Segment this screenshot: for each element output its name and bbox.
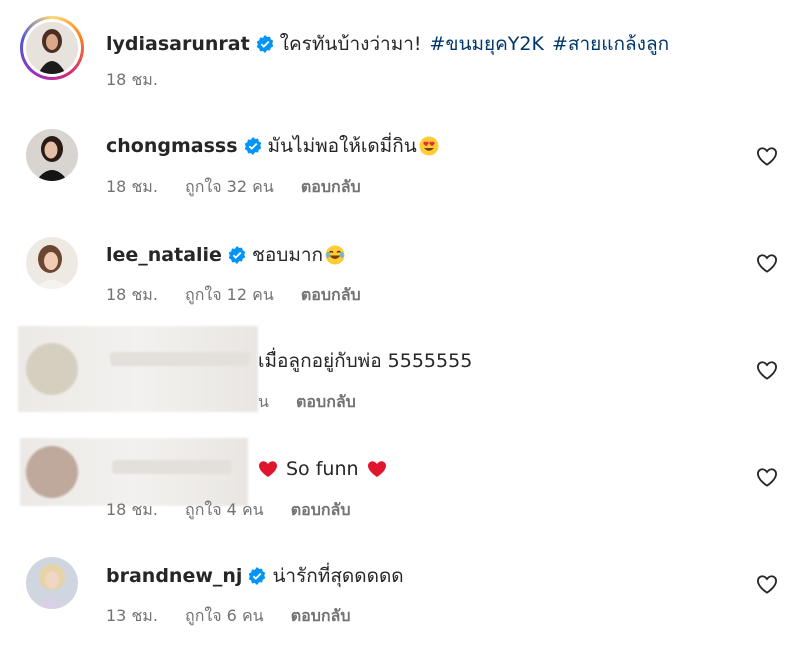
heart-icon[interactable] [756,253,778,273]
comment-likes[interactable]: ถูกใจ 12 คน [185,285,274,304]
comment-username[interactable]: brandnew_nj [106,563,242,589]
red-heart-emoji-icon [367,461,386,477]
comment-username[interactable]: lee_natalie [106,242,222,268]
blurred-user-overlay [20,438,248,506]
avatar[interactable] [26,129,78,181]
comment-time: 18 ชม. [106,285,158,304]
heart-icon[interactable] [756,574,778,594]
verified-badge-icon [256,35,273,53]
avatar [26,446,78,498]
avatar[interactable] [26,557,78,609]
comment-time: 13 ชม. [106,606,158,625]
heart-icon[interactable] [756,360,778,380]
verified-badge-icon [228,246,246,264]
caption-time: 18 ชม. [106,70,158,89]
avatar [26,343,78,395]
reply-button[interactable]: ตอบกลับ [296,392,356,411]
comment-text: น่ารักที่สุดดดดด [272,565,404,587]
comment-likes[interactable]: ถูกใจ 6 คน [185,606,264,625]
caption-text: ใครทันบ้างว่ามา! [279,33,422,55]
comment-text: มันไม่พอให้เดมี่กิน [267,135,417,157]
comment-text: เมื่อลูกอยู่กับพ่อ 5555555 [258,350,473,372]
reply-button[interactable]: ตอบกลับ [291,500,351,519]
verified-badge-icon [244,137,261,155]
reply-button[interactable]: ตอบกลับ [301,177,361,196]
comment-text: ชอบมาก [251,244,324,266]
heart-eyes-emoji-icon [419,136,439,156]
comment-likes[interactable]: ถูกใจ 4 คน [185,500,264,519]
caption-username[interactable]: lydiasarunrat [106,31,250,57]
verified-badge-icon [249,567,266,585]
comment-time: 18 ชม. [106,177,158,196]
tears-of-joy-emoji-icon [325,245,345,265]
heart-icon[interactable] [756,146,778,166]
comment-likes[interactable]: ถูกใจ 32 คน [185,177,274,196]
comment-username[interactable]: chongmasss [106,133,238,159]
heart-icon[interactable] [756,467,778,487]
avatar [26,22,78,74]
comment-likes[interactable]: น [258,392,269,411]
story-ring[interactable] [20,16,84,80]
comment-time: 18 ชม. [106,500,158,519]
reply-button[interactable]: ตอบกลับ [301,285,361,304]
hashtag-link[interactable]: #ขนมยุคY2K [430,31,544,57]
avatar[interactable] [26,237,78,289]
comment-text: So funn [286,458,359,480]
blurred-user-overlay [18,326,258,412]
hashtag-link[interactable]: #สายแกล้งลูก [552,31,669,57]
red-heart-emoji-icon [259,461,277,477]
reply-button[interactable]: ตอบกลับ [291,606,351,625]
